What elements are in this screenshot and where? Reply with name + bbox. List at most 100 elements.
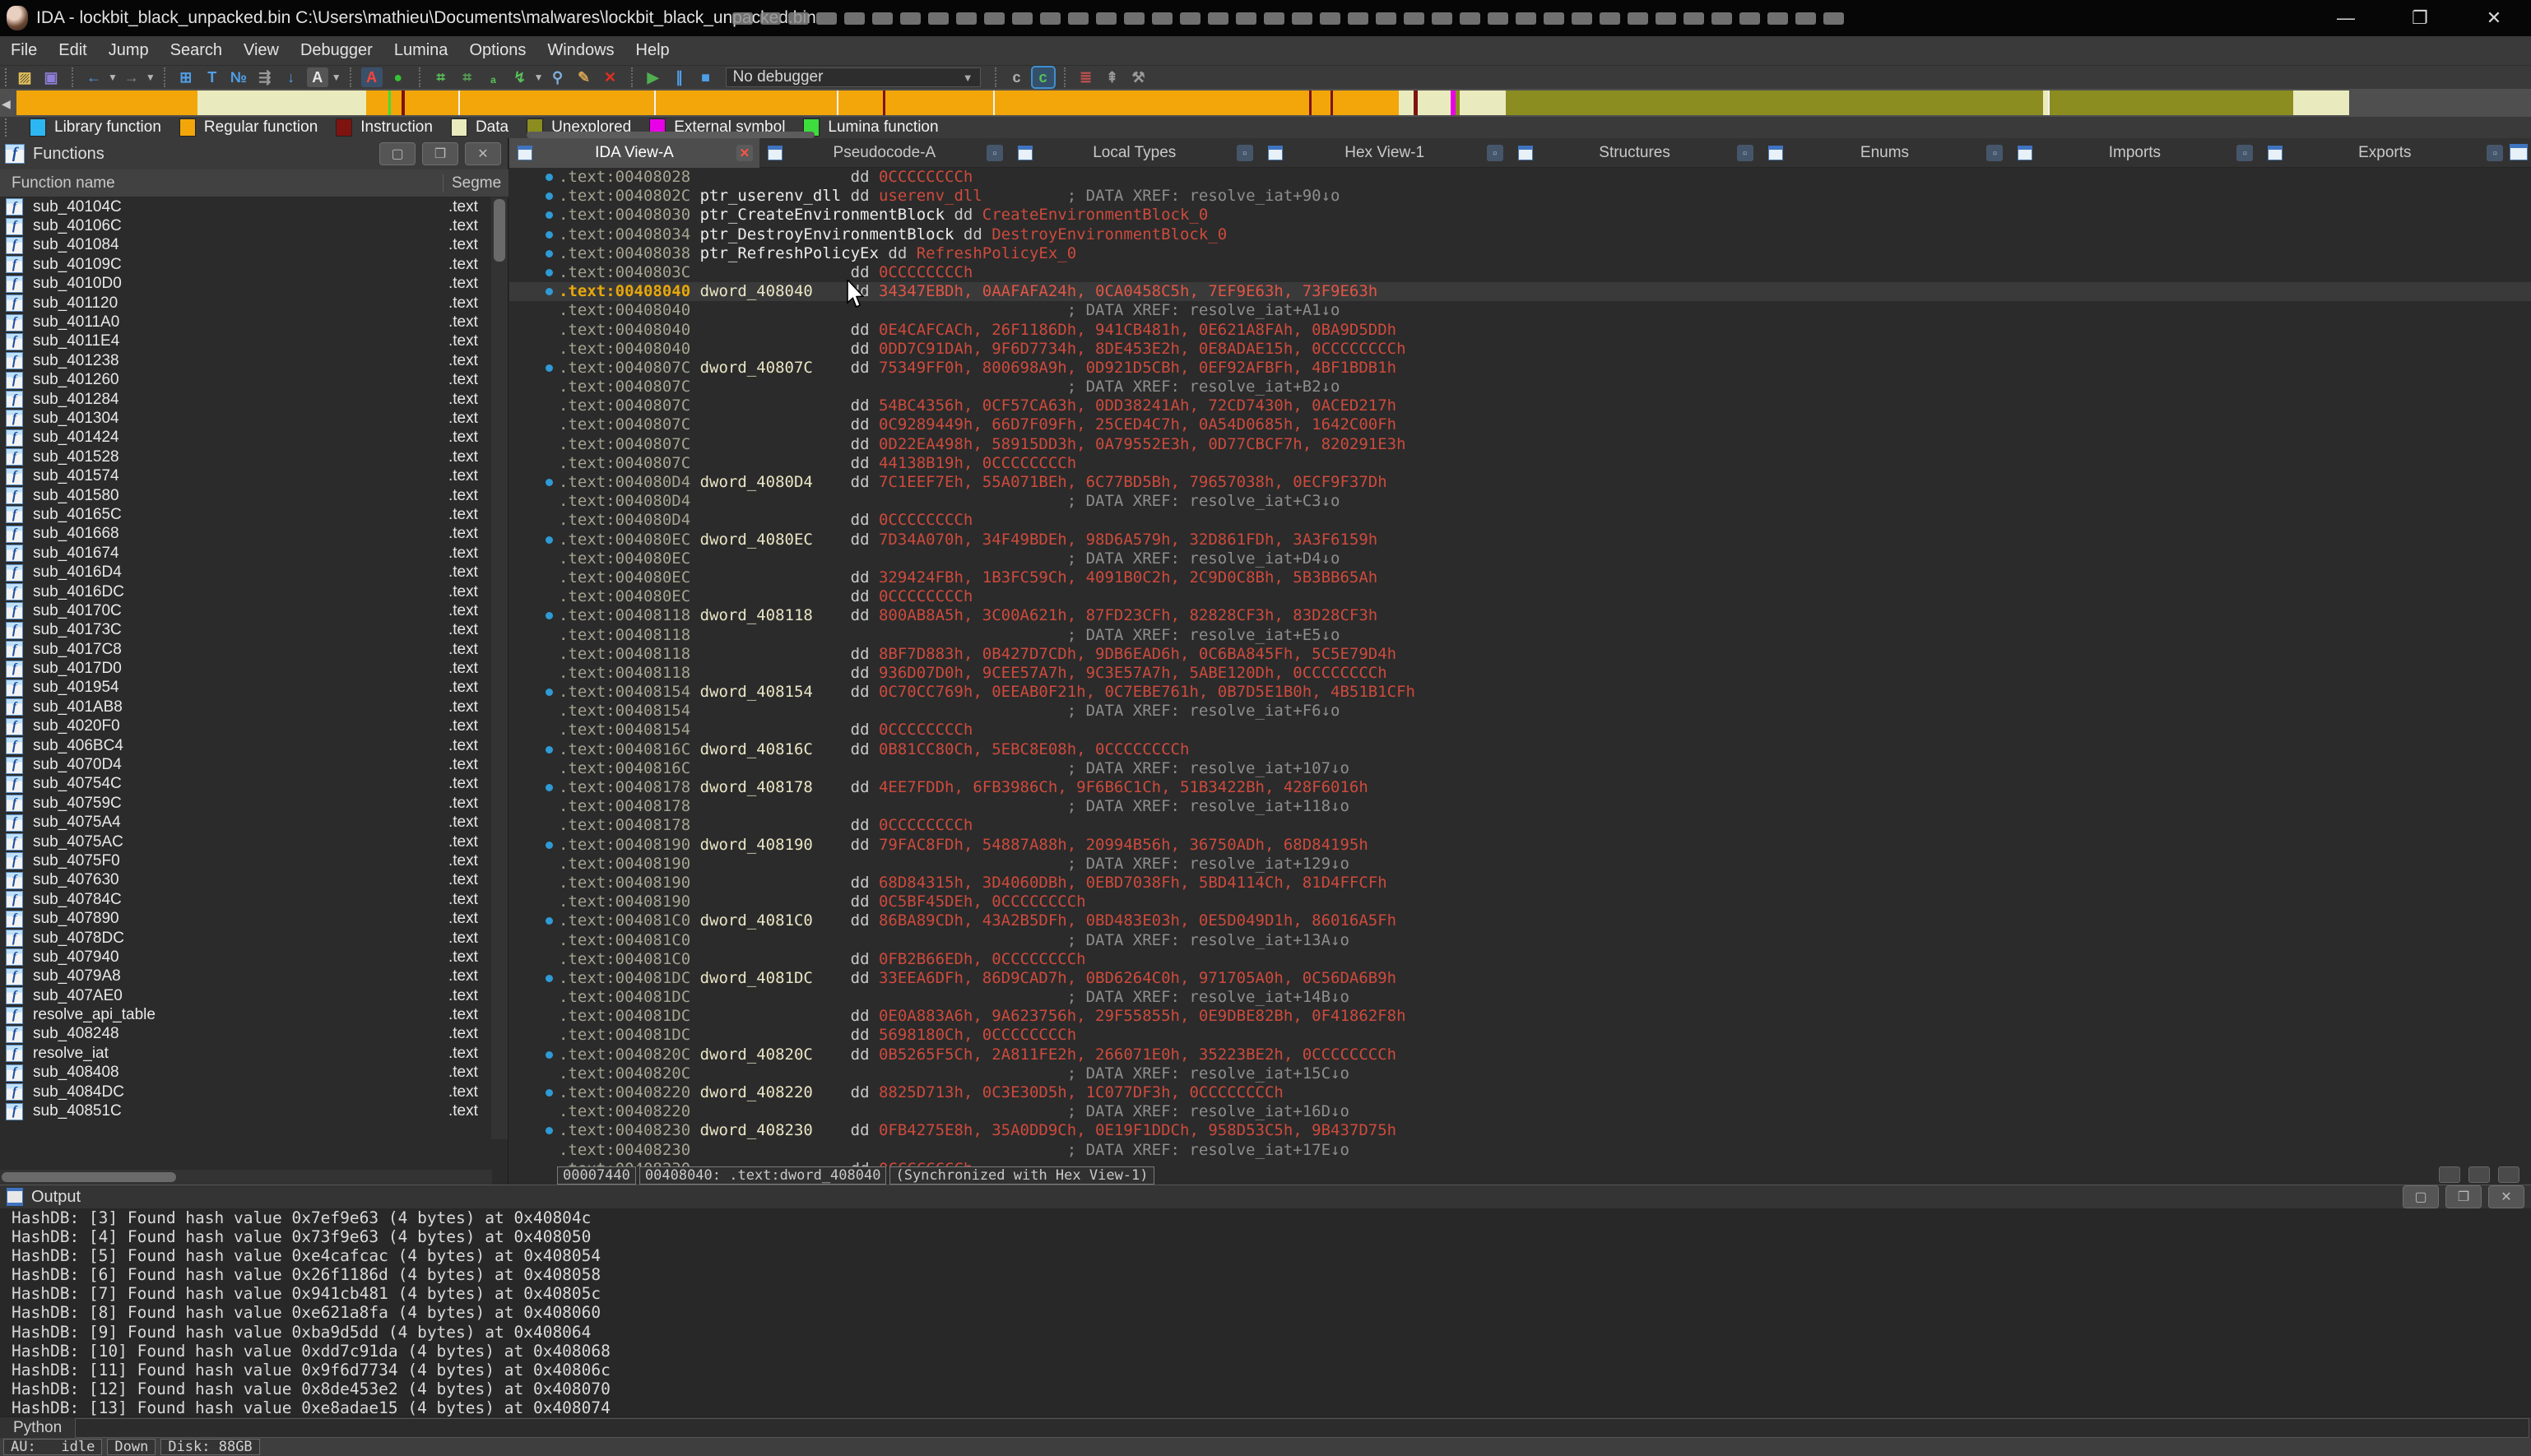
disasm-line[interactable]: .text:004080EC ; DATA XREF: resolve_iat+… xyxy=(509,549,2531,568)
disasm-line[interactable]: .text:00408220 dword_408220 dd 8825D713h… xyxy=(509,1083,2531,1102)
names-icon[interactable]: A xyxy=(307,67,328,87)
search-text-icon[interactable]: T xyxy=(202,67,223,87)
disasm-line[interactable]: .text:00408178 dd 0CCCCCCCCh xyxy=(509,816,2531,835)
tab-state-icon[interactable]: ▫ xyxy=(2236,145,2253,161)
disasm-sync-icon[interactable] xyxy=(2498,1166,2519,1183)
disasm-line[interactable]: .text:00408038 ptr_RefreshPolicyEx dd Re… xyxy=(509,244,2531,263)
function-row[interactable]: fsub_401120.text xyxy=(0,294,492,313)
functions-vscroll-thumb[interactable] xyxy=(494,199,505,262)
disasm-line[interactable]: .text:00408040 ; DATA XREF: resolve_iat+… xyxy=(509,301,2531,320)
minimize-button[interactable]: — xyxy=(2309,0,2383,36)
create-string-icon[interactable]: ₐ xyxy=(483,67,504,87)
breakpoint-dot[interactable] xyxy=(546,250,553,257)
debug-start-icon[interactable]: ▶ xyxy=(643,67,664,87)
disasm-line[interactable]: .text:004080D4 dword_4080D4 dd 7C1EEF7Eh… xyxy=(509,473,2531,492)
functions-hscroll-thumb[interactable] xyxy=(2,1172,176,1182)
reanalyze-icon[interactable]: ↯ xyxy=(509,67,531,87)
menu-help[interactable]: Help xyxy=(625,36,680,66)
menu-lumina[interactable]: Lumina xyxy=(383,36,459,66)
breakpoint-dot[interactable] xyxy=(546,174,553,181)
breakpoint-dot[interactable] xyxy=(546,1051,553,1059)
forward-icon[interactable]: → xyxy=(121,67,142,87)
tab-state-icon[interactable]: ▫ xyxy=(1237,145,1253,161)
function-row[interactable]: fsub_4011E4.text xyxy=(0,332,492,351)
function-row[interactable]: fsub_401668.text xyxy=(0,525,492,544)
function-row[interactable]: fsub_4017C8.text xyxy=(0,640,492,659)
disasm-line[interactable]: .text:00408028 dd 0CCCCCCCCh xyxy=(509,168,2531,187)
disasm-line[interactable]: .text:00408178 ; DATA XREF: resolve_iat+… xyxy=(509,797,2531,816)
toolbar-dropdown-arrow[interactable]: ▼ xyxy=(332,72,341,83)
disasm-line[interactable]: .text:00408040 dd 0DD7C91DAh, 9F6D7734h,… xyxy=(509,340,2531,359)
tab-enums[interactable]: Enums▫ xyxy=(1760,138,2010,168)
pseudocode-c-icon[interactable]: c xyxy=(1033,67,1054,87)
disasm-line[interactable]: .text:00408190 dd 0C5BF45DEh, 0CCCCCCCCh xyxy=(509,893,2531,911)
disasm-line[interactable]: .text:004080EC dd 329424FBh, 1B3FC59Ch, … xyxy=(509,568,2531,587)
disasm-line[interactable]: .text:0040820C ; DATA XREF: resolve_iat+… xyxy=(509,1064,2531,1083)
disasm-line[interactable]: .text:004081C0 ; DATA XREF: resolve_iat+… xyxy=(509,931,2531,950)
breakpoint-dot[interactable] xyxy=(546,746,553,754)
breakpoint-dot[interactable] xyxy=(546,231,553,239)
python-input[interactable] xyxy=(75,1418,2529,1438)
functions-float-button[interactable]: ❐ xyxy=(422,142,458,165)
disasm-line[interactable]: .text:004081DC dd 5698180Ch, 0CCCCCCCCh xyxy=(509,1026,2531,1045)
function-row[interactable]: fsub_401580.text xyxy=(0,486,492,505)
disasm-line[interactable]: .text:004080EC dd 0CCCCCCCCh xyxy=(509,587,2531,606)
function-row[interactable]: fsub_401AB8.text xyxy=(0,698,492,716)
column-segment[interactable]: Segme xyxy=(443,174,501,192)
close-button[interactable]: ✕ xyxy=(2457,0,2531,36)
options-icon[interactable]: ⚒ xyxy=(1128,67,1149,87)
function-row[interactable]: fsub_40109C.text xyxy=(0,255,492,274)
tab-hex-view-1[interactable]: Hex View-1▫ xyxy=(1260,138,1510,168)
menu-jump[interactable]: Jump xyxy=(98,36,160,66)
function-row[interactable]: fresolve_iat.text xyxy=(0,1044,492,1063)
disasm-line[interactable]: .text:00408190 dword_408190 dd 79FAC8FDh… xyxy=(509,836,2531,855)
function-row[interactable]: fsub_407940.text xyxy=(0,948,492,967)
breakpoint-dot[interactable] xyxy=(546,1127,553,1134)
disasm-line[interactable]: .text:004080EC dword_4080EC dd 7D34A070h… xyxy=(509,531,2531,549)
disassembly-view[interactable]: .text:00408028 dd 0CCCCCCCCh.text:004080… xyxy=(509,168,2531,1166)
breakpoint-dot[interactable] xyxy=(546,612,553,619)
functions-close-button[interactable]: ✕ xyxy=(465,142,501,165)
function-row[interactable]: fsub_407AE0.text xyxy=(0,986,492,1005)
disasm-line[interactable]: .text:0040816C dword_40816C dd 0B81CC80C… xyxy=(509,740,2531,759)
breakpoint-dot[interactable] xyxy=(546,479,553,486)
function-row[interactable]: fsub_40170C.text xyxy=(0,601,492,620)
disasm-line[interactable]: .text:00408154 dword_408154 dd 0C70CC769… xyxy=(509,683,2531,702)
function-row[interactable]: fsub_401304.text xyxy=(0,409,492,428)
disasm-line[interactable]: .text:0040816C ; DATA XREF: resolve_iat+… xyxy=(509,759,2531,778)
breakpoint-dot[interactable] xyxy=(546,784,553,791)
disasm-line[interactable]: .text:0040802C ptr_userenv_dll dd useren… xyxy=(509,187,2531,206)
function-row[interactable]: fsub_401574.text xyxy=(0,466,492,485)
functions-panel-titlebar[interactable]: f Functions ▢ ❐ ✕ xyxy=(0,138,508,169)
menu-search[interactable]: Search xyxy=(160,36,233,66)
disasm-graph-icon[interactable] xyxy=(2439,1166,2460,1183)
function-row[interactable]: fsub_4079A8.text xyxy=(0,967,492,986)
function-row[interactable]: fsub_4017D0.text xyxy=(0,659,492,678)
back-icon[interactable]: ← xyxy=(83,67,104,87)
disasm-line[interactable]: .text:00408220 ; DATA XREF: resolve_iat+… xyxy=(509,1102,2531,1121)
breakpoint-dot[interactable] xyxy=(546,917,553,925)
output-restore-button[interactable]: ▢ xyxy=(2403,1185,2439,1208)
disasm-line[interactable]: .text:004080D4 ; DATA XREF: resolve_iat+… xyxy=(509,492,2531,511)
function-row[interactable]: fsub_4016D4.text xyxy=(0,563,492,582)
function-row[interactable]: fsub_401954.text xyxy=(0,679,492,698)
function-row[interactable]: fsub_4020F0.text xyxy=(0,717,492,736)
disasm-line[interactable]: .text:004081C0 dd 0FB2B66EDh, 0CCCCCCCCh xyxy=(509,950,2531,969)
open-file-icon[interactable]: ▨ xyxy=(14,67,35,87)
function-row[interactable]: fsub_40851C.text xyxy=(0,1101,492,1120)
breakpoint-dot[interactable] xyxy=(546,1089,553,1097)
problems-icon[interactable]: A xyxy=(361,67,383,87)
disasm-line[interactable]: .text:00408040 dd 0E4CAFCACh, 26F1186Dh,… xyxy=(509,321,2531,340)
breakpoint-dot[interactable] xyxy=(546,364,553,372)
navband-left-arrow-icon[interactable]: ◀ xyxy=(2,97,11,111)
function-row[interactable]: fsub_401424.text xyxy=(0,429,492,447)
output-panel-titlebar[interactable]: Output ▢ ❐ ✕ xyxy=(0,1185,2531,1208)
breakpoint-dot[interactable] xyxy=(546,689,553,696)
disasm-line[interactable]: .text:0040807C ; DATA XREF: resolve_iat+… xyxy=(509,378,2531,396)
breakpoint-dot[interactable] xyxy=(546,269,553,276)
disasm-line[interactable]: .text:00408118 dword_408118 dd 800AB8A5h… xyxy=(509,606,2531,625)
save-icon[interactable]: ▣ xyxy=(40,67,62,87)
disasm-line[interactable]: .text:0040807C dd 54BC4356h, 0CF57CA63h,… xyxy=(509,396,2531,415)
debug-stop-icon[interactable]: ■ xyxy=(695,67,717,87)
function-row[interactable]: fsub_407890.text xyxy=(0,909,492,928)
